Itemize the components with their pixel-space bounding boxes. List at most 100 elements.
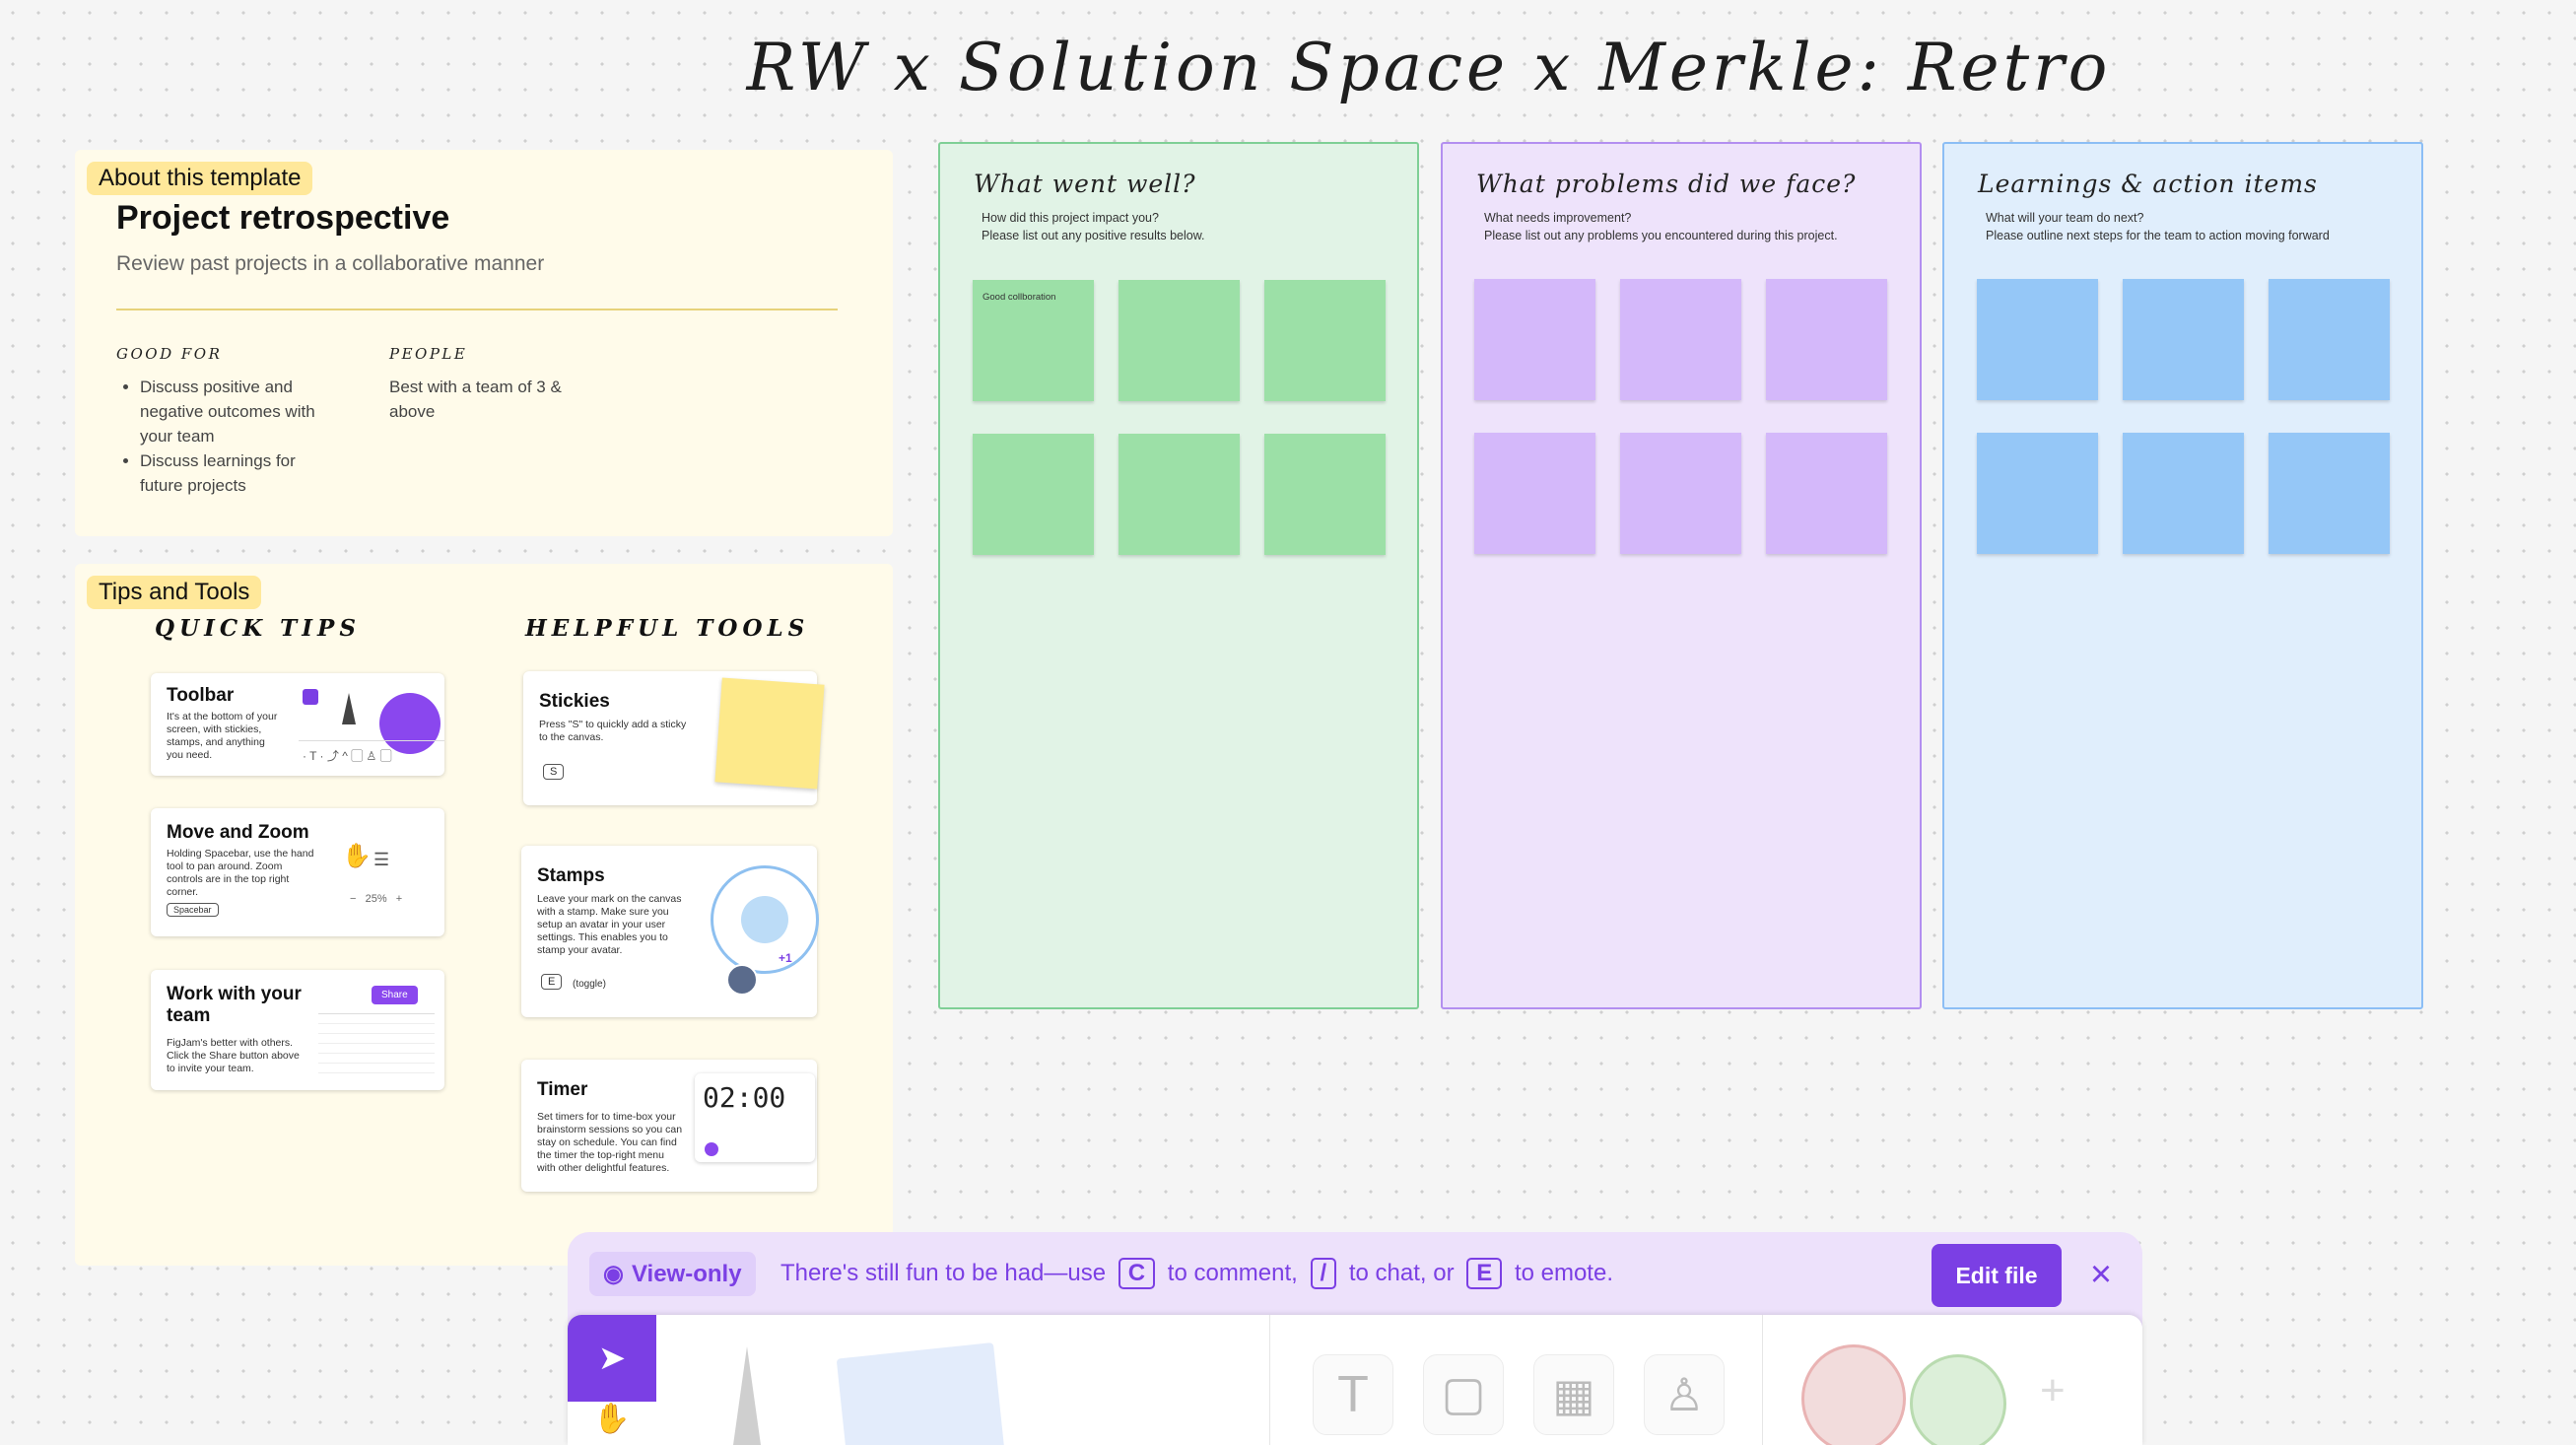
menu-lines-icon: ☰ [373, 850, 390, 869]
hand-icon: ✋ [593, 1403, 631, 1435]
sticky-stack-icon[interactable] [836, 1342, 1005, 1445]
card-title: Toolbar [167, 685, 235, 706]
sticky-note[interactable] [1119, 280, 1240, 401]
timer-display: 02:00 [703, 1081, 786, 1114]
timer-start-icon [705, 1142, 718, 1156]
team-tip-card: Work with your team FigJam's better with… [151, 970, 444, 1090]
column-instruction: Please outline next steps for the team t… [1986, 229, 2330, 242]
emote-key: E [1466, 1258, 1503, 1289]
share-button-preview: Share [372, 986, 418, 1004]
card-title: Stamps [537, 865, 605, 886]
sticky-note[interactable]: Good collboration [973, 280, 1094, 401]
people-label: PEOPLE [389, 345, 468, 363]
pen-tool-icon[interactable] [733, 1346, 761, 1445]
stickies-tool-card: Stickies Press "S" to quickly add a stic… [523, 671, 825, 805]
board-title: RW x Solution Space x Merkle: Retro [746, 30, 2112, 105]
mini-toolbar: · T · ⤴ ^ ▢ ♙ ▢ [299, 740, 444, 768]
sticky-note[interactable] [1766, 433, 1887, 554]
sticky-note[interactable] [1620, 433, 1741, 554]
cursor-tool-icon [303, 689, 318, 705]
e-key: E [541, 974, 563, 990]
column-instruction: Please list out any positive results bel… [982, 229, 1205, 242]
stamp-wheel-icon: +1 [711, 865, 819, 974]
card-desc: Leave your mark on the canvas with a sta… [537, 893, 682, 956]
card-desc: Press "S" to quickly add a sticky to the… [539, 719, 687, 743]
stamp-wheel-center [741, 896, 788, 943]
sticky-note[interactable] [1977, 279, 2098, 400]
sticky-note[interactable] [1620, 279, 1741, 400]
card-title: Work with your team [167, 984, 302, 1026]
sticky-note[interactable] [2269, 279, 2390, 400]
column-title: What problems did we face? [1476, 170, 1857, 198]
about-subtitle: Review past projects in a collaborative … [116, 252, 545, 275]
timer-widget: 02:00 [695, 1073, 815, 1162]
about-tag: About this template [87, 162, 313, 195]
helpful-tools-label: HELPFUL TOOLS [525, 615, 810, 642]
hand-tool-button[interactable]: ✋ [568, 1402, 656, 1445]
card-desc: It's at the bottom of your screen, with … [167, 711, 278, 761]
banner-text: to chat, or [1348, 1260, 1455, 1286]
sticky-note[interactable] [1264, 434, 1386, 555]
column-description: What will your team do next? Please outli… [1986, 209, 2330, 244]
column-learnings: Learnings & action items What will your … [1942, 142, 2423, 1009]
banner-text: to emote. [1514, 1260, 1613, 1286]
sticker-icon[interactable] [1910, 1354, 2006, 1445]
sticky-note[interactable] [973, 434, 1094, 555]
stamp-tool-button[interactable]: ♙ [1644, 1354, 1725, 1435]
stamp-icon: ♙ [1663, 1369, 1705, 1420]
column-title: What went well? [974, 170, 1196, 198]
close-icon[interactable]: × [2081, 1250, 2121, 1299]
sticky-note[interactable] [1474, 279, 1595, 400]
banner-message: There's still fun to be had—use C to com… [780, 1258, 1613, 1289]
sticky-note[interactable] [1474, 433, 1595, 554]
section-icon: ▢ [1441, 1368, 1486, 1420]
s-key: S [543, 764, 565, 780]
banner-text: to comment, [1167, 1260, 1298, 1286]
chat-key: / [1310, 1258, 1337, 1289]
column-question: What needs improvement? [1484, 211, 1632, 225]
card-desc: Holding Spacebar, use the hand tool to p… [167, 848, 314, 898]
sticky-note[interactable] [2269, 433, 2390, 554]
people-text: Best with a team of 3 & above [389, 378, 562, 421]
cursor-icon: ➤ [597, 1340, 627, 1377]
sticker-icon[interactable] [1801, 1344, 1906, 1445]
column-description: What needs improvement? Please list out a… [1484, 209, 1838, 244]
text-tool-button[interactable]: T [1313, 1354, 1393, 1435]
move-zoom-tip-card: Move and Zoom Holding Spacebar, use the … [151, 808, 444, 936]
table-tool-button[interactable]: ▦ [1533, 1354, 1614, 1435]
hand-icon: ✋ [342, 843, 372, 869]
good-for-item: Discuss learnings for future projects [140, 448, 333, 498]
stamps-tool-card: Stamps Leave your mark on the canvas wit… [521, 846, 819, 1017]
sticky-note[interactable] [2123, 433, 2244, 554]
tips-tag: Tips and Tools [87, 576, 262, 609]
quick-tips-label: QUICK TIPS [155, 615, 361, 642]
table-icon: ▦ [1552, 1369, 1595, 1420]
select-tool-button[interactable]: ➤ [568, 1315, 656, 1402]
view-only-badge: ◉ View-only [589, 1252, 756, 1296]
sticky-note[interactable] [1264, 280, 1386, 401]
column-description: How did this project impact you? Please l… [982, 209, 1205, 244]
card-title: Timer [537, 1079, 588, 1100]
more-icon[interactable]: + [2040, 1366, 2066, 1415]
column-problems: What problems did we face? What needs im… [1441, 142, 1922, 1009]
zoom-control: − 25% + [350, 893, 403, 905]
sticky-note[interactable] [2123, 279, 2244, 400]
eye-icon: ◉ [603, 1261, 624, 1287]
column-title: Learnings & action items [1978, 170, 2318, 198]
about-divider [116, 309, 838, 310]
spacebar-key: Spacebar [167, 903, 219, 917]
section-tool-button[interactable]: ▢ [1423, 1354, 1504, 1435]
avatar [726, 964, 758, 996]
sticky-note[interactable] [1119, 434, 1240, 555]
banner-text: There's still fun to be had—use [780, 1260, 1107, 1286]
good-for-label: GOOD FOR [116, 345, 223, 363]
edit-file-button[interactable]: Edit file [1932, 1244, 2062, 1307]
toggle-note: (toggle) [573, 979, 606, 990]
text-icon: T [1337, 1366, 1369, 1423]
about-title: Project retrospective [116, 199, 450, 237]
sticky-note[interactable] [1977, 433, 2098, 554]
bottom-toolbar: ➤ ✋ T ▢ ▦ ♙ + [568, 1315, 2142, 1445]
sticky-preview [714, 677, 825, 790]
column-instruction: Please list out any problems you encount… [1484, 229, 1838, 242]
sticky-note[interactable] [1766, 279, 1887, 400]
